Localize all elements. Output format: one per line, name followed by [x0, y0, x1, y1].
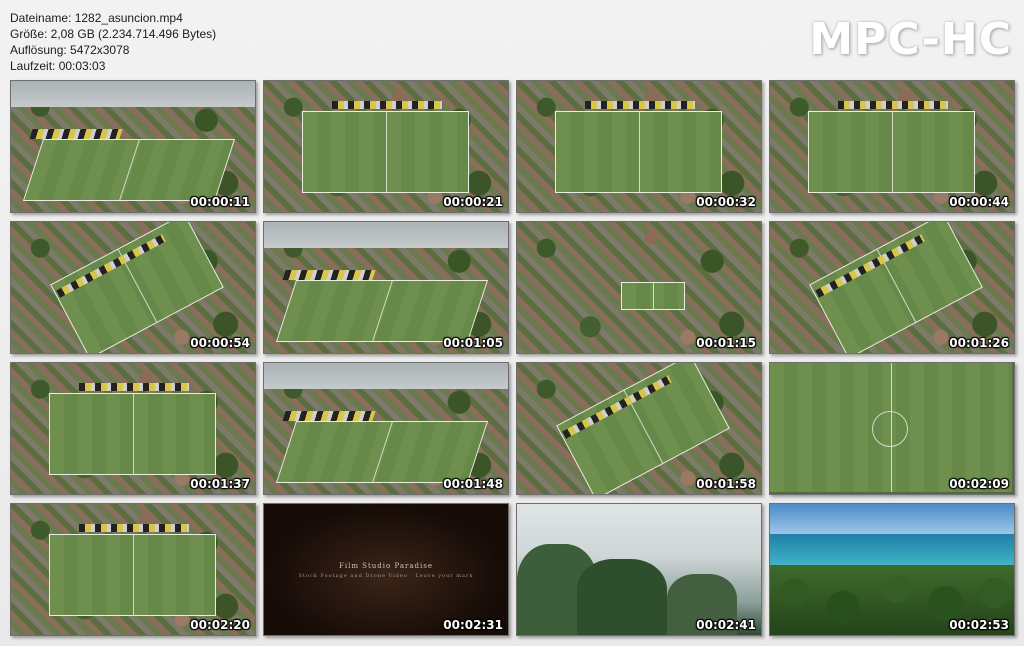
video-thumbnail: 00:00:32: [516, 80, 762, 213]
video-thumbnail: 00:01:37: [10, 362, 256, 495]
video-thumbnail: 00:02:53: [769, 503, 1015, 636]
thumbnail-timestamp: 00:00:21: [443, 195, 503, 209]
title-card-title: Film Studio Paradise: [338, 562, 434, 570]
thumbnail-timestamp: 00:01:15: [696, 336, 756, 350]
video-thumbnail: 00:00:44: [769, 80, 1015, 213]
thumbnail-timestamp: 00:00:11: [190, 195, 250, 209]
thumbnail-timestamp: 00:02:09: [949, 477, 1009, 491]
video-thumbnail: 00:00:11: [10, 80, 256, 213]
video-thumbnail: 00:02:09: [769, 362, 1015, 495]
thumbnail-timestamp: 00:02:53: [949, 618, 1009, 632]
video-thumbnail: 00:01:15: [516, 221, 762, 354]
video-thumbnail: Film Studio Paradise Stock Footage and Dr…: [263, 503, 509, 636]
thumbnail-timestamp: 00:00:32: [696, 195, 756, 209]
video-thumbnail: 00:01:58: [516, 362, 762, 495]
thumbnail-timestamp: 00:02:41: [696, 618, 756, 632]
title-card-subtitle: Stock Footage and Drone Video · Leave yo…: [298, 573, 474, 579]
thumbnail-timestamp: 00:01:26: [949, 336, 1009, 350]
video-thumbnail: 00:02:20: [10, 503, 256, 636]
video-thumbnail: 00:00:21: [263, 80, 509, 213]
thumbnail-timestamp: 00:02:20: [190, 618, 250, 632]
thumbnail-grid: 00:00:11 00:00:21 00:00:32 00:00:44 00:00:54…: [0, 0, 1024, 646]
video-thumbnail: 00:01:26: [769, 221, 1015, 354]
thumbnail-timestamp: 00:00:44: [949, 195, 1009, 209]
title-card-text: Film Studio Paradise Stock Footage and Dr…: [264, 562, 508, 579]
thumbnail-timestamp: 00:02:31: [443, 618, 503, 632]
video-thumbnail: 00:01:48: [263, 362, 509, 495]
video-thumbnail: 00:02:41: [516, 503, 762, 636]
video-thumbnail: 00:00:54: [10, 221, 256, 354]
video-thumbnail: 00:01:05: [263, 221, 509, 354]
thumbnail-timestamp: 00:01:58: [696, 477, 756, 491]
thumbnail-timestamp: 00:01:37: [190, 477, 250, 491]
thumbnail-timestamp: 00:00:54: [190, 336, 250, 350]
thumbnail-timestamp: 00:01:05: [443, 336, 503, 350]
thumbnail-timestamp: 00:01:48: [443, 477, 503, 491]
